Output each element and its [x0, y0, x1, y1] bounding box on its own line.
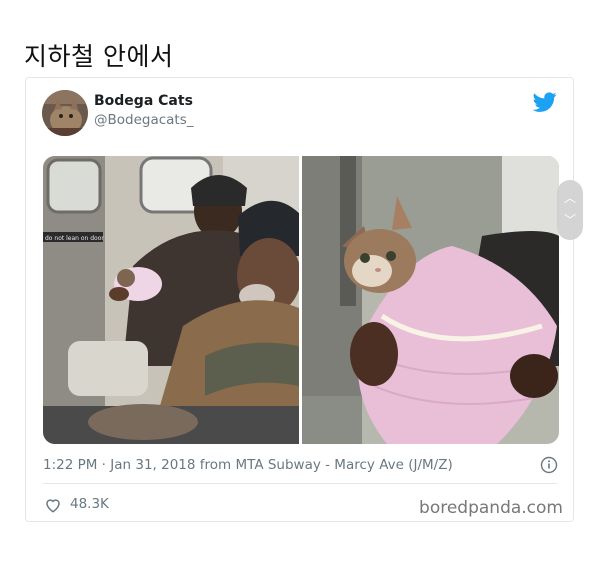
tweet-media[interactable]: do not lean on door	[43, 156, 559, 444]
chevron-down-icon[interactable]: ﹀	[557, 214, 583, 226]
page-title: 지하철 안에서	[24, 42, 174, 71]
scroll-control[interactable]: ︿ ﹀	[557, 180, 583, 240]
divider	[43, 483, 557, 484]
tweet-card: Bodega Cats @Bodegacats_ do not lean on …	[25, 77, 574, 522]
display-name[interactable]: Bodega Cats	[94, 93, 193, 109]
tweet-timestamp[interactable]: 1:22 PM · Jan 31, 2018 from MTA Subway -…	[43, 457, 453, 473]
heart-icon[interactable]	[44, 496, 62, 514]
avatar[interactable]	[42, 90, 88, 136]
twitter-bird-icon[interactable]	[532, 90, 557, 114]
handle[interactable]: @Bodegacats_	[94, 112, 194, 128]
photo-men-holding-kitten[interactable]: do not lean on door	[43, 156, 299, 444]
info-icon[interactable]	[540, 456, 558, 474]
watermark: boredpanda.com	[419, 498, 563, 518]
photo-kitten-in-blanket[interactable]	[302, 156, 559, 444]
like-count[interactable]: 48.3K	[70, 496, 109, 512]
chevron-up-icon[interactable]: ︿	[557, 192, 583, 204]
door-sign-text: do not lean on door	[45, 235, 104, 242]
